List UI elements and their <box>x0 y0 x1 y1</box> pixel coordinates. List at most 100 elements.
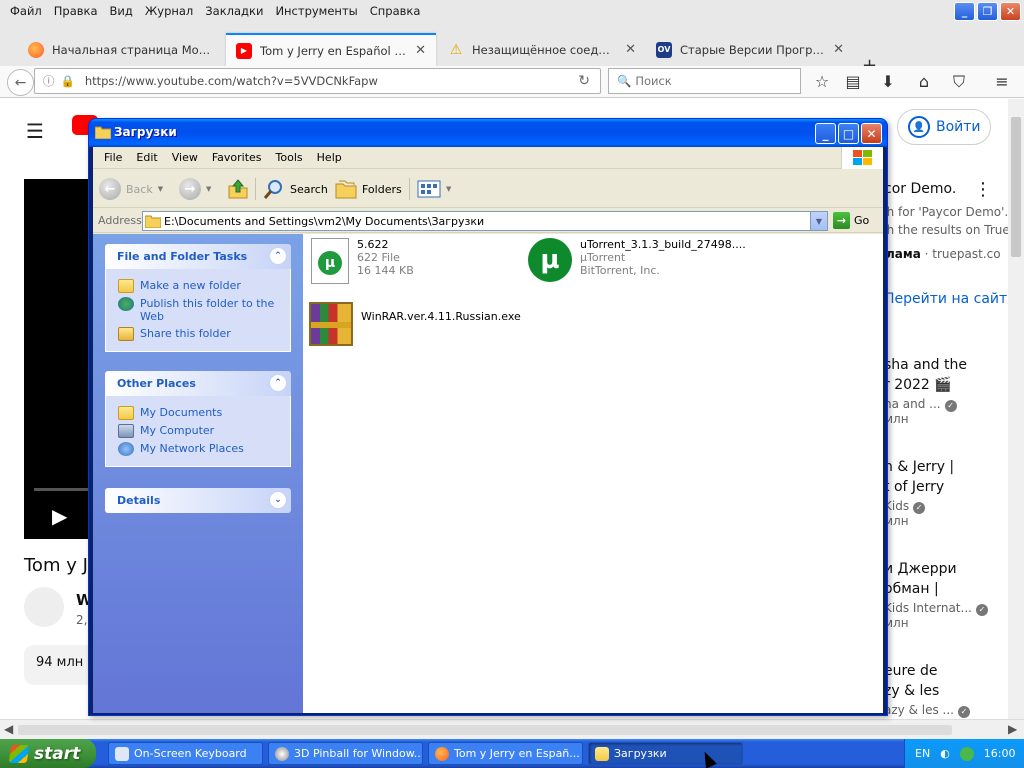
views-button[interactable]: ▼ <box>417 176 451 202</box>
pocket-icon[interactable]: ⛉ <box>948 72 970 92</box>
go-button[interactable]: → Go <box>833 212 869 229</box>
page-horizontal-scrollbar[interactable]: ◀ ▶ <box>0 719 1024 739</box>
place-my-network[interactable]: My Network Places <box>118 442 290 456</box>
restore-button[interactable]: ❐ <box>977 2 998 21</box>
video-progress-bar[interactable] <box>34 488 94 491</box>
start-button[interactable]: start <box>0 739 96 768</box>
play-icon[interactable]: ▶ <box>52 504 67 528</box>
folder-icon <box>145 215 161 228</box>
menu-help[interactable]: Help <box>310 151 349 164</box>
tab-close-icon[interactable]: ✕ <box>415 43 426 58</box>
task-publish-folder[interactable]: Publish this folder to the Web <box>118 297 290 323</box>
go-label: Go <box>854 214 870 227</box>
lock-icon[interactable]: 🔒 <box>61 74 75 88</box>
menu-favorites[interactable]: Favorites <box>205 151 269 164</box>
bookmark-star-icon[interactable]: ☆ <box>811 72 833 91</box>
panel-header[interactable]: File and Folder Tasks ⌃ <box>105 244 291 269</box>
firefox-menubar: Файл Правка Вид Журнал Закладки Инструме… <box>0 0 1024 22</box>
back-button[interactable]: ← Back ▼ <box>99 176 163 202</box>
search-button[interactable]: Search <box>263 176 328 202</box>
scroll-left-icon[interactable]: ◀ <box>4 722 13 736</box>
taskbar-item-firefox[interactable]: Tom y Jerry en Españ... <box>428 742 583 765</box>
collapse-chevron-icon[interactable]: ⌃ <box>269 247 287 265</box>
video-player[interactable] <box>24 179 94 539</box>
dropdown-arrow-icon[interactable]: ▼ <box>446 185 451 193</box>
menu-help[interactable]: Справка <box>364 4 427 18</box>
menu-view[interactable]: Вид <box>104 4 139 18</box>
help-icon[interactable]: ◐ <box>940 747 950 760</box>
ad-visit-button[interactable]: Перейти на сайт <box>884 291 1007 307</box>
file-item[interactable]: µ uTorrent_3.1.3_build_27498.... µTorren… <box>528 238 746 282</box>
more-options-icon[interactable]: ⋮ <box>974 179 992 200</box>
menu-view[interactable]: View <box>165 151 205 164</box>
back-button[interactable]: ← <box>7 69 34 96</box>
url-bar[interactable]: ⓘ 🔒 https://www.youtube.com/watch?v=5VVD… <box>34 68 601 94</box>
panel-header[interactable]: Other Places ⌃ <box>105 371 291 396</box>
tab-close-icon[interactable]: ✕ <box>625 42 636 57</box>
recommendation-item[interactable]: и Джерри обман | Kids Internat... ✓ млн <box>884 559 1008 630</box>
tab-insecure[interactable]: ⚠ Незащищённое соединение ✕ <box>438 33 646 66</box>
close-button[interactable]: ✕ <box>1000 2 1021 21</box>
folders-button[interactable]: Folders <box>335 176 402 202</box>
utorrent-tray-icon[interactable] <box>959 746 974 761</box>
task-make-new-folder[interactable]: Make a new folder <box>118 279 290 293</box>
up-folder-button[interactable] <box>227 176 249 202</box>
ad-title[interactable]: cor Demo. <box>884 181 956 197</box>
firefox-window-controls: _ ❐ ✕ <box>954 2 1021 21</box>
file-item[interactable]: WinRAR.ver.4.11.Russian.exe <box>309 302 521 346</box>
explorer-titlebar[interactable]: Загрузки _ □ ✕ <box>89 119 887 147</box>
maximize-button[interactable]: □ <box>838 123 859 144</box>
task-share-folder[interactable]: Share this folder <box>118 327 290 341</box>
forward-button[interactable]: → ▼ <box>179 176 211 202</box>
address-field[interactable]: E:\Documents and Settings\vm2\My Documen… <box>142 211 828 231</box>
page-vertical-scrollbar[interactable] <box>1008 99 1024 719</box>
channel-avatar[interactable] <box>24 587 64 627</box>
place-my-computer[interactable]: My Computer <box>118 424 290 438</box>
collapse-chevron-icon[interactable]: ⌃ <box>269 374 287 392</box>
menu-edit[interactable]: Правка <box>48 4 104 18</box>
downloads-icon[interactable]: ⬇ <box>877 72 899 91</box>
menu-bookmarks[interactable]: Закладки <box>199 4 269 18</box>
tab-mozilla-start[interactable]: Начальная страница Mozilla ... <box>18 33 226 66</box>
library-icon[interactable]: ▤ <box>842 72 864 91</box>
minimize-button[interactable]: _ <box>954 2 975 21</box>
subscriber-count: 2, <box>76 613 88 627</box>
tab-youtube[interactable]: ▶ Tom y Jerry en Español | iUn ... ✕ <box>226 33 436 66</box>
panel-header[interactable]: Details ⌄ <box>105 488 291 513</box>
dropdown-arrow-icon[interactable]: ▼ <box>206 185 211 193</box>
taskbar-item-pinball[interactable]: 3D Pinball for Window... <box>268 742 423 765</box>
scroll-right-icon[interactable]: ▶ <box>1008 722 1017 736</box>
language-indicator[interactable]: EN <box>915 747 930 760</box>
hamburger-menu-icon[interactable]: ≡ <box>991 72 1013 91</box>
file-item[interactable]: µ 5.622 622 File 16 144 KB <box>311 238 414 284</box>
recommendation-item[interactable]: eure de zy & les azy & les ... ✓ <box>884 661 1008 718</box>
menu-history[interactable]: Журнал <box>139 4 199 18</box>
tab-old-versions[interactable]: OV Старые Версии Программно... ✕ <box>646 33 854 66</box>
scrollbar-thumb[interactable] <box>18 725 952 735</box>
close-button[interactable]: ✕ <box>861 123 882 144</box>
home-icon[interactable]: ⌂ <box>913 72 935 91</box>
search-box[interactable]: 🔍 Поиск <box>608 68 801 94</box>
back-arrow-icon: ← <box>99 178 121 200</box>
recommendation-item[interactable]: n & Jerry | t of Jerry Kids ✓ млн <box>884 457 1008 528</box>
scrollbar-thumb[interactable] <box>1011 117 1021 257</box>
dropdown-arrow-icon[interactable]: ▼ <box>158 185 163 193</box>
recommendation-item[interactable]: sha and the r 2022 🎬 ha and ... ✓ млн <box>884 355 1008 426</box>
expand-chevron-icon[interactable]: ⌄ <box>269 491 287 509</box>
reload-icon[interactable]: ↻ <box>578 73 590 89</box>
address-dropdown-icon[interactable]: ▼ <box>810 212 827 230</box>
menu-file[interactable]: File <box>97 151 129 164</box>
menu-file[interactable]: Файл <box>4 4 48 18</box>
taskbar-item-keyboard[interactable]: On-Screen Keyboard <box>108 742 263 765</box>
file-name: uTorrent_3.1.3_build_27498.... <box>580 238 746 251</box>
menu-tools[interactable]: Инструменты <box>269 4 363 18</box>
taskbar-item-explorer[interactable]: Загрузки <box>588 742 743 765</box>
youtube-menu-icon[interactable]: ☰ <box>26 119 44 143</box>
folders-label: Folders <box>362 182 402 196</box>
tab-close-icon[interactable]: ✕ <box>833 42 844 57</box>
menu-tools[interactable]: Tools <box>269 151 310 164</box>
place-my-documents[interactable]: My Documents <box>118 406 290 420</box>
minimize-button[interactable]: _ <box>815 123 836 144</box>
info-icon[interactable]: ⓘ <box>43 73 55 89</box>
menu-edit[interactable]: Edit <box>129 151 164 164</box>
